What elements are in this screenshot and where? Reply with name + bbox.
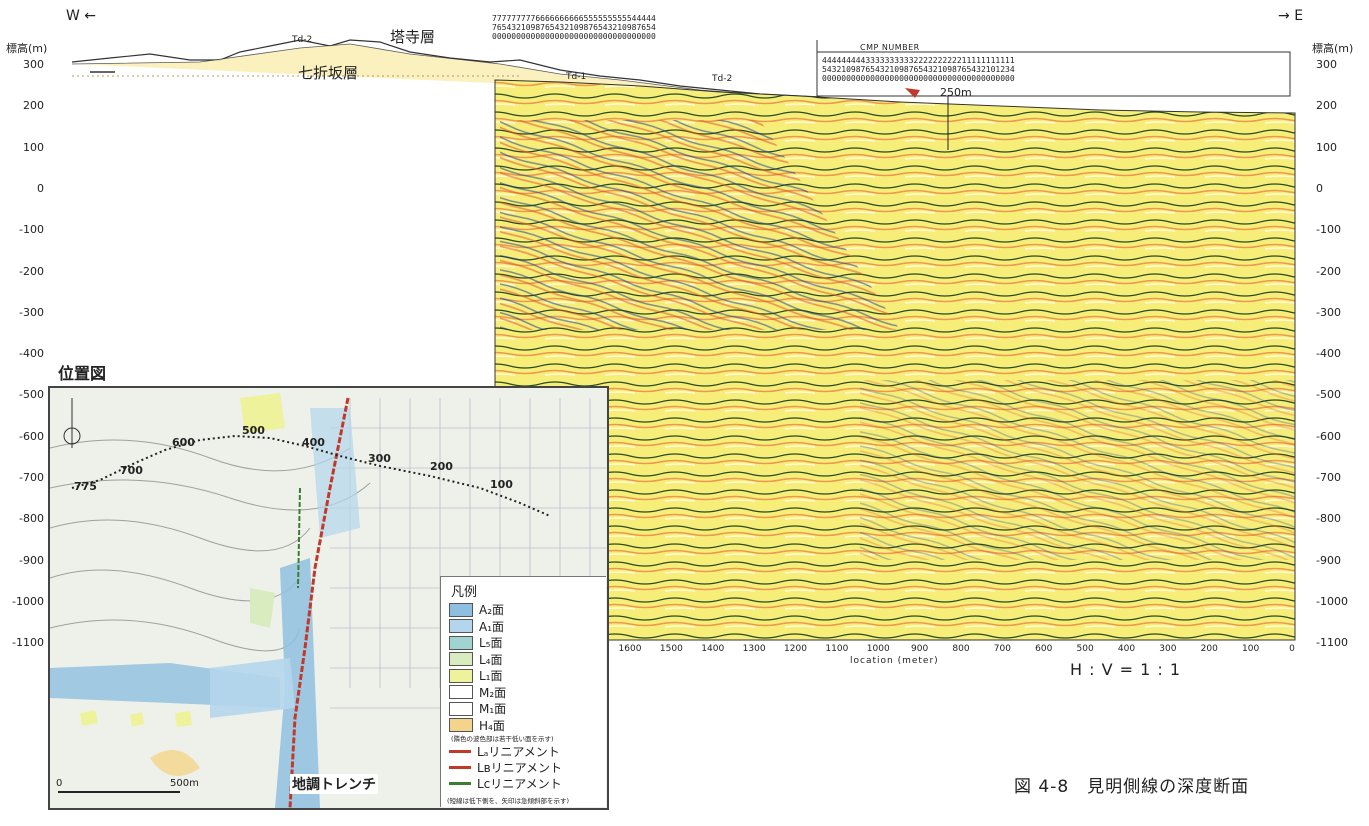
legend-note-2: (短線は低下側を、矢印は急傾斜部を示す) (447, 797, 570, 805)
legend-note: (隣色の波色部は若干低い面を示す) (451, 735, 554, 743)
x-tick: 300 (1159, 644, 1177, 654)
lineament-label: Lᴄリニアメント (477, 777, 562, 791)
cmp-row-top-2: 7654321098765432109876543210987654 (492, 23, 656, 32)
legend-item: M₂面 (449, 684, 506, 701)
legend-item: L₅面 (449, 634, 503, 651)
cmp-row-low-2: 5432109876543210987654321098765432101234 (822, 65, 1015, 74)
td2-left-label: Td-2 (292, 35, 313, 45)
marker-250m: 250m (940, 86, 972, 99)
formation-top: 塔寺層 (390, 28, 436, 46)
legend-swatch (449, 652, 473, 666)
x-tick: 100 (1242, 644, 1260, 654)
legend-item: M₁面 (449, 700, 506, 717)
legend-lineament: Lᴄリニアメント (449, 775, 562, 792)
cmp-row-low-3: 0000000000000000000000000000000000000000 (822, 74, 1015, 83)
x-tick: 400 (1117, 644, 1136, 654)
route-label: 700 (120, 464, 143, 477)
legend-label: L₅面 (479, 636, 503, 650)
lineament-swatch (449, 782, 471, 785)
scale-zero: 0 (56, 778, 63, 789)
x-tick: 500 (1076, 644, 1094, 654)
legend-lineament: Lₐリニアメント (449, 743, 560, 760)
location-map: 775 700 600 500 400 300 200 100 0 500m 地調トレンチ 凡… (48, 386, 609, 810)
td1-label: Td-1 (566, 72, 587, 82)
x-tick: 800 (952, 644, 970, 654)
legend-label: H₄面 (479, 718, 505, 733)
legend-lineament: Lʙリニアメント (449, 759, 562, 776)
route-label: 500 (242, 424, 265, 437)
route-label: 600 (172, 436, 195, 449)
legend-swatch (449, 668, 473, 683)
scale-ratio: H : V = 1 : 1 (1070, 660, 1182, 679)
legend-swatch (449, 718, 473, 732)
route-label: 200 (430, 460, 453, 473)
x-tick: 1300 (742, 644, 766, 654)
legend-swatch (449, 685, 473, 699)
lineament-label: Lʙリニアメント (477, 761, 563, 775)
legend-title: 凡例 (451, 585, 478, 600)
x-tick: 1400 (701, 644, 725, 654)
x-tick: 0 (1289, 644, 1295, 654)
x-tick: 1200 (784, 644, 807, 654)
route-label: 100 (490, 478, 513, 491)
x-tick: 900 (911, 644, 929, 654)
cmp-row-top-3: 0000000000000000000000000000000000 (492, 32, 656, 41)
x-tick: 1100 (825, 644, 849, 654)
inset-title: 位置図 (58, 364, 107, 383)
formation-bottom: 七折坂層 (298, 64, 359, 82)
legend-item: H₄面 (449, 717, 505, 734)
x-axis-label: location (meter) (850, 656, 939, 666)
lineament-label: Lₐリニアメント (477, 745, 560, 759)
legend-label: M₂面 (479, 685, 507, 700)
td2-right-label: Td-2 (712, 74, 733, 84)
trench-label: 地調トレンチ (290, 774, 378, 794)
cmp-row-top-1: 7777777776666666666555555555544444 (492, 14, 656, 23)
legend-label: L₁面 (479, 669, 503, 683)
legend-label: L₄面 (479, 652, 503, 667)
route-label: 400 (302, 436, 325, 449)
legend-item: A₂面 (449, 601, 504, 618)
figure-caption: 図 4-8 見明側線の深度断面 (1014, 777, 1250, 797)
route-label: 775 (74, 480, 97, 493)
legend-swatch (449, 619, 473, 633)
legend-item: A₁面 (449, 618, 504, 635)
x-tick: 1600 (618, 644, 642, 654)
figure: W ← → E 標高(m) 標高(m) 300 200 100 0 -100 -200 -3… (0, 0, 1369, 826)
route-label: 300 (368, 452, 391, 465)
legend-swatch (449, 602, 473, 617)
legend: 凡例 A₂面 A₁面 L₅面 L₄面 L₁面 M₂面 M₁面 H₄面 (隣色の波色部は若干低い… (440, 576, 606, 807)
legend-swatch (449, 635, 473, 650)
legend-item: L₄面 (449, 651, 503, 668)
legend-label: A₂面 (479, 603, 505, 617)
legend-label: A₁面 (479, 619, 505, 634)
x-tick: 1500 (659, 644, 683, 654)
x-tick: 700 (993, 644, 1011, 654)
legend-label: M₁面 (479, 702, 507, 716)
lineament-swatch (449, 750, 471, 753)
legend-swatch (449, 701, 473, 716)
cmp-row-low-1: 4444444443333333333222222222211111111111 (822, 56, 1015, 65)
x-tick: 200 (1200, 644, 1218, 654)
legend-item: L₁面 (449, 667, 503, 684)
scale-500m: 500m (170, 778, 199, 789)
x-tick: 1000 (866, 644, 890, 654)
lineament-swatch (449, 766, 471, 769)
cmp-number-title: CMP NUMBER (860, 43, 920, 52)
x-tick: 600 (1035, 644, 1053, 654)
